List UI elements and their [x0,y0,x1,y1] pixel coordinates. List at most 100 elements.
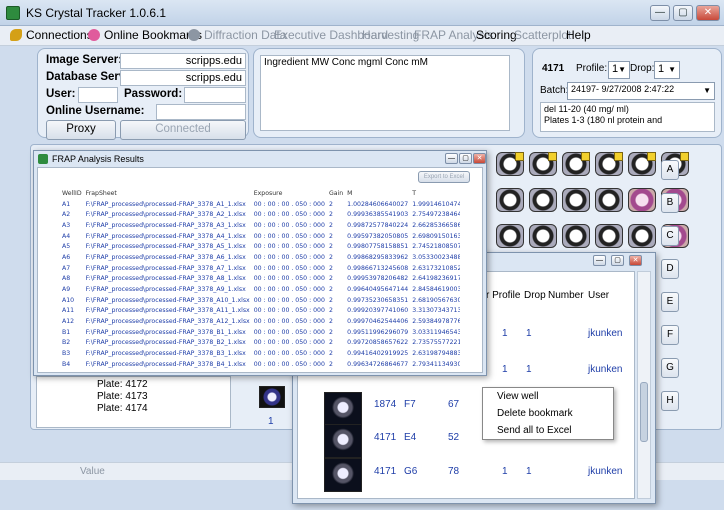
table-row[interactable]: A2 F:\FRAP_processed\processed-FRAP_3378_… [60,209,460,220]
password-field[interactable] [184,87,246,103]
bookmark-thumbnail[interactable] [324,424,362,458]
minimize-button[interactable]: — [650,5,670,21]
row-label-e[interactable]: E [661,292,679,312]
row-label-c[interactable]: C [661,226,679,246]
close-button[interactable]: ✕ [696,5,720,21]
maximize-button[interactable]: ▢ [459,153,472,164]
password-label: Password: [124,88,183,100]
connected-button[interactable]: Connected [120,120,246,140]
row-plate: 1874 [374,399,397,410]
table-row[interactable]: A11 F:\FRAP_processed\processed-FRAP_3378… [60,306,460,317]
bookmark-thumbnail[interactable] [324,392,362,426]
well-image[interactable] [496,224,524,248]
row-label-h[interactable]: H [661,391,679,411]
well-image[interactable] [595,224,623,248]
export-to-excel-button[interactable]: Export to Excel [418,171,470,183]
proxy-button[interactable]: Proxy [46,120,116,140]
table-cell: 0.99807758158851 [347,243,409,251]
table-row[interactable]: A4 F:\FRAP_processed\processed-FRAP_3378_… [60,231,460,242]
frap-column-header[interactable]: WellID [60,188,84,199]
frap-column-header[interactable]: M [345,188,410,199]
well-image[interactable] [628,152,656,176]
row-number: 52 [448,432,460,443]
database-server-field[interactable]: scripps.edu [120,70,246,86]
row-label-d[interactable]: D [661,259,679,279]
scrollbar[interactable] [637,271,651,499]
chevron-down-icon: ▼ [703,86,711,95]
profile-select[interactable]: 1 ▼ [608,61,630,79]
table-row[interactable]: A8 F:\FRAP_processed\processed-FRAP_3378_… [60,274,460,285]
maximize-button[interactable]: ▢ [611,255,624,266]
row-number: 67 [448,399,460,410]
menu-item-delete-bookmark[interactable]: Delete bookmark [483,405,613,422]
batch-notes[interactable]: del 11-20 (40 mg/ ml) Plates 1-3 (180 nl… [540,102,715,132]
table-row[interactable]: B1 F:\FRAP_processed\processed-FRAP_3378_… [60,327,460,338]
drop-select[interactable]: 1 ▼ [654,61,680,79]
menu-scatterplot[interactable]: Scatterplot [514,28,571,42]
online-username-field[interactable] [156,104,246,120]
table-row[interactable]: A6 F:\FRAP_processed\processed-FRAP_3378_… [60,252,460,263]
row-label-b[interactable]: B [661,193,679,213]
menu-diffraction-data[interactable]: Diffraction Data [188,28,286,42]
table-row[interactable]: B3 F:\FRAP_processed\processed-FRAP_3378_… [60,348,460,359]
menu-connections[interactable]: Connections [10,28,93,42]
maximize-button[interactable]: ▢ [673,5,693,21]
well-image[interactable] [529,188,557,212]
frap-column-header[interactable]: T [410,188,460,199]
well-image[interactable] [595,188,623,212]
frap-column-header[interactable]: FrapSheet [84,188,252,199]
table-row[interactable]: A5 F:\FRAP_processed\processed-FRAP_3378_… [60,241,460,252]
batch-select[interactable]: 24197- 9/27/2008 2:47:22 ▼ [567,82,715,100]
plate-list-item[interactable]: Plate: 4172 [97,379,148,390]
row-label-g[interactable]: G [661,358,679,378]
well-image[interactable] [562,152,590,176]
table-cell: A2 [62,211,71,219]
row-label-a[interactable]: A [661,160,679,180]
well-image[interactable] [496,188,524,212]
menu-help[interactable]: Help [566,28,591,42]
table-row[interactable]: B2 F:\FRAP_processed\processed-FRAP_3378_… [60,338,460,349]
menu-item-view-well[interactable]: View well [483,388,613,405]
well-image[interactable] [529,224,557,248]
row-profile: 1 [502,328,508,339]
table-cell: 2 [328,243,333,251]
close-button[interactable]: ✕ [473,153,486,164]
well-image[interactable] [562,224,590,248]
well-image[interactable] [562,188,590,212]
table-row[interactable]: A3 F:\FRAP_processed\processed-FRAP_3378_… [60,220,460,231]
user-field[interactable] [78,87,118,103]
scrollbar-thumb[interactable] [640,382,648,442]
menu-online-bookmarks[interactable]: Online Bookmarks [88,28,202,42]
table-cell: 2.79341134930946 [412,360,460,368]
frap-column-header[interactable]: Gain [327,188,345,199]
table-row[interactable]: A10 F:\FRAP_processed\processed-FRAP_3378… [60,295,460,306]
menu-scoring[interactable]: Scoring [476,28,517,42]
close-button[interactable]: ✕ [629,255,642,266]
bookmark-thumbnail[interactable] [324,458,362,492]
plate-list-item[interactable]: Plate: 4174 [97,403,148,414]
minimize-button[interactable]: — [445,153,458,164]
row-label-f[interactable]: F [661,325,679,345]
minimize-button[interactable]: — [593,255,606,266]
table-row[interactable]: A1 F:\FRAP_processed\processed-FRAP_3378_… [60,199,460,210]
menu-item-send-all-to-excel[interactable]: Send all to Excel [483,422,613,439]
table-cell: 0.99872577840224 [347,221,409,229]
table-row[interactable]: B4 F:\FRAP_processed\processed-FRAP_3378_… [60,359,460,370]
well-image[interactable] [628,188,656,212]
table-row[interactable]: A9 F:\FRAP_processed\processed-FRAP_3378_… [60,284,460,295]
well-image[interactable] [595,152,623,176]
frap-column-header[interactable]: Exposure [252,188,327,199]
table-row[interactable]: A7 F:\FRAP_processed\processed-FRAP_3378_… [60,263,460,274]
well-image[interactable] [496,152,524,176]
well-image[interactable] [628,224,656,248]
well-image[interactable] [529,152,557,176]
menu-harvesting[interactable]: Harvesting [362,28,419,42]
table-row[interactable]: A12 F:\FRAP_processed\processed-FRAP_3378… [60,316,460,327]
ingredients-box[interactable]: Ingredient MW Conc mgml Conc mM [260,55,510,131]
plate-list-item[interactable]: Plate: 4173 [97,391,148,402]
image-server-field[interactable]: scripps.edu [120,53,246,69]
well-thumbnail[interactable] [259,386,285,408]
table-cell: 2.63198794883514 [412,350,460,358]
row-drop: 1 [526,364,532,375]
table-cell: 2.59384978776228 [412,318,460,326]
